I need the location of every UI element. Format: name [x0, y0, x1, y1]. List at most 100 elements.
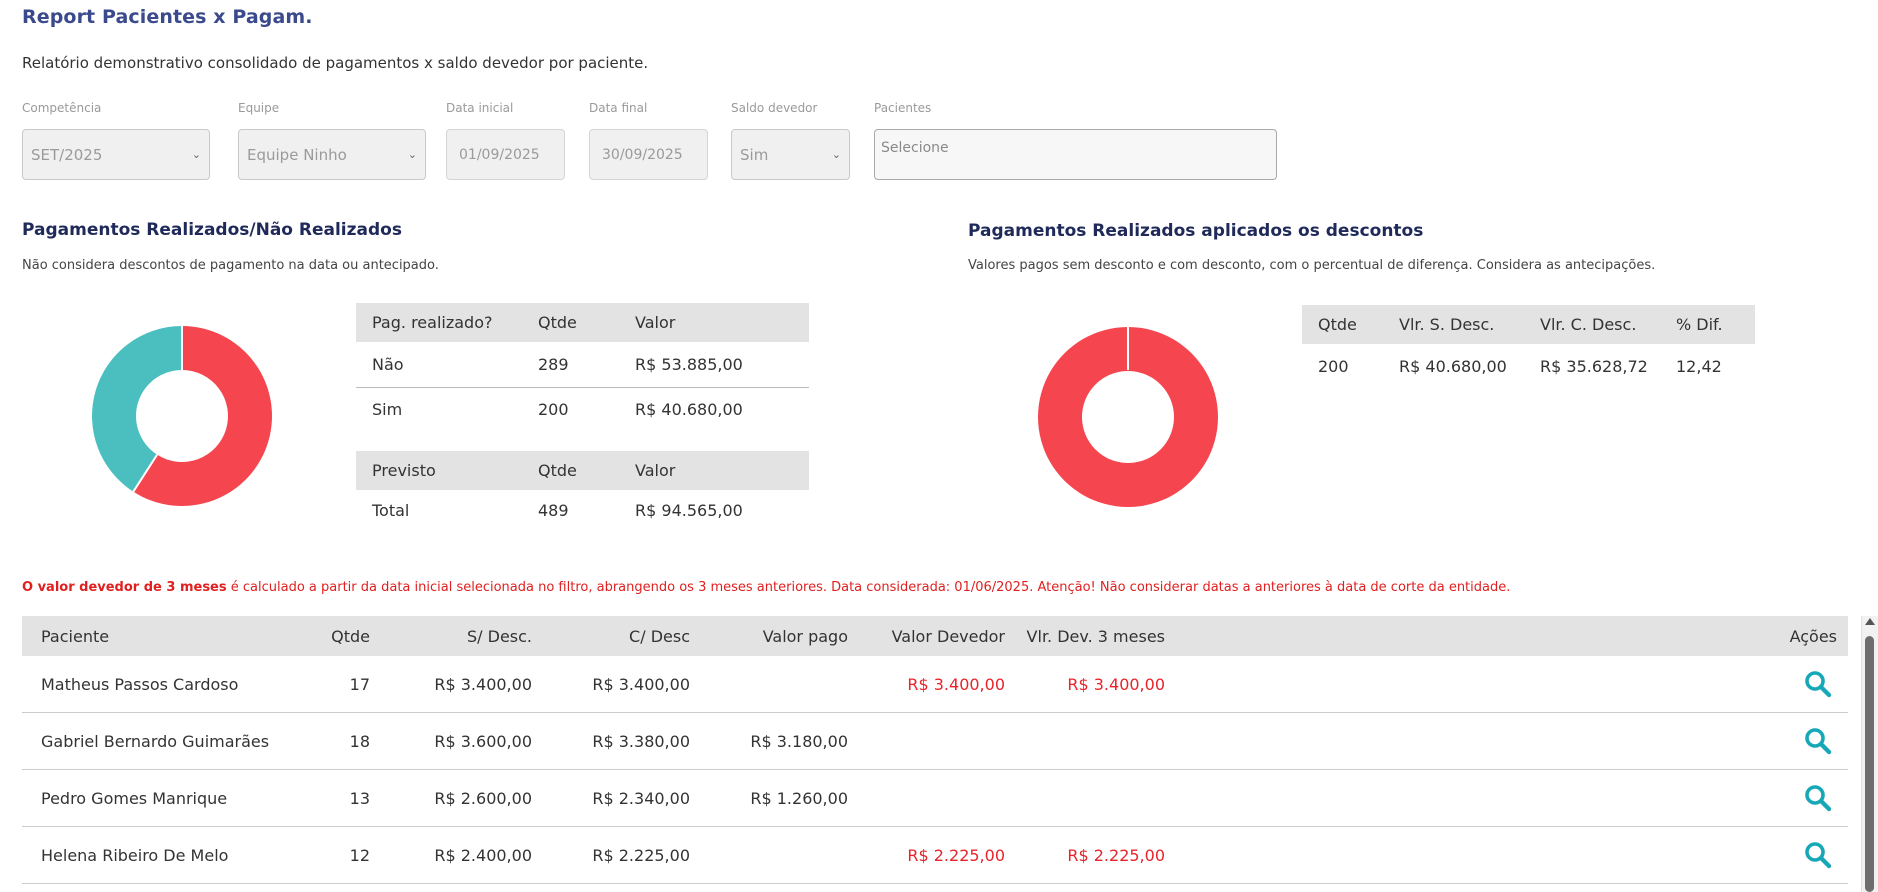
search-icon[interactable]	[1804, 670, 1832, 698]
cell-paciente: Matheus Passos Cardoso	[41, 674, 239, 694]
col-dif: % Dif.	[1660, 305, 1755, 344]
data-inicial-label: Data inicial	[446, 101, 514, 115]
cell-paciente: Helena Ribeiro De Melo	[41, 845, 229, 865]
col-s-desc[interactable]: S/ Desc.	[370, 627, 532, 646]
competencia-value: SET/2025	[31, 145, 103, 164]
col-qtde: Qtde	[522, 303, 619, 342]
table-row: Sim 200 R$ 40.680,00	[356, 387, 809, 432]
page-subtitle: Relatório demonstrativo consolidado de p…	[22, 54, 649, 72]
patients-table-header: Paciente Qtde S/ Desc. C/ Desc Valor pag…	[22, 616, 1848, 656]
data-final-input[interactable]: 30/09/2025	[589, 129, 708, 180]
page-title: Report Pacientes x Pagam.	[22, 6, 313, 28]
saldo-devedor-label: Saldo devedor	[731, 101, 818, 115]
table-row: Total 489 R$ 94.565,00	[356, 490, 809, 530]
left-section-title: Pagamentos Realizados/Não Realizados	[22, 220, 402, 240]
chevron-down-icon: ⌄	[831, 148, 841, 161]
cell-valor-devedor: R$ 2.225,00	[907, 845, 1005, 865]
cell-status: Sim	[372, 400, 403, 420]
cell-qtde: 12	[349, 845, 370, 865]
cell-qtde: 18	[349, 731, 370, 751]
cell-acoes	[1772, 841, 1848, 869]
left-section-subtitle: Não considera descontos de pagamento na …	[22, 258, 439, 273]
col-acoes: Ações	[1789, 626, 1837, 646]
chevron-down-icon: ⌄	[407, 148, 417, 161]
col-vlr-dev-3-meses[interactable]: Vlr. Dev. 3 meses	[1005, 627, 1165, 646]
col-previsto: Previsto	[356, 451, 522, 490]
data-final-label: Data final	[589, 101, 648, 115]
cell-s-desc: R$ 3.600,00	[434, 731, 532, 751]
col-pag-realizado: Pag. realizado?	[356, 303, 522, 342]
cell-paciente: Pedro Gomes Manrique	[41, 788, 228, 808]
pacientes-label: Pacientes	[874, 101, 932, 115]
table-row: Gabriel Bernardo Guimarães 18 R$ 3.600,0…	[22, 713, 1848, 770]
cell-status: Não	[356, 342, 522, 388]
search-icon[interactable]	[1804, 784, 1832, 812]
debt-warning-bold: O valor devedor de 3 meses	[22, 580, 227, 595]
table-row: 200 R$ 40.680,00 R$ 35.628,72 12,42	[1302, 344, 1755, 389]
right-section-subtitle: Valores pagos sem desconto e com descont…	[968, 258, 1656, 273]
cell-c-desc: R$ 2.225,00	[592, 845, 690, 865]
cell-acoes	[1772, 784, 1848, 812]
cell-s-desc: R$ 2.600,00	[434, 788, 532, 808]
cell-paciente: Gabriel Bernardo Guimarães	[41, 731, 270, 751]
cell-qtde: 200	[538, 400, 569, 420]
equipe-value: Equipe Ninho	[247, 145, 347, 164]
competencia-label: Competência	[22, 101, 102, 115]
cell-qtde: 489	[538, 500, 569, 520]
cell-acoes	[1772, 727, 1848, 755]
cell-c-desc: R$ 3.400,00	[592, 674, 690, 694]
scrollbar-thumb[interactable]	[1865, 636, 1874, 892]
cell-qtde: 289	[522, 342, 619, 388]
payments-table: Pag. realizado? Qtde Valor Não 289 R$ 53…	[356, 303, 809, 432]
cell-valor: R$ 53.885,00	[619, 342, 809, 388]
cell-dif: 12,42	[1676, 357, 1722, 376]
cell-vlr-dev-3-meses: R$ 3.400,00	[1067, 674, 1165, 694]
equipe-select[interactable]: Equipe Ninho ⌄	[238, 129, 426, 180]
data-inicial-input[interactable]: 01/09/2025	[446, 129, 565, 180]
col-valor-pago[interactable]: Valor pago	[690, 627, 848, 646]
cell-vlr-dev-3-meses: R$ 2.225,00	[1067, 845, 1165, 865]
cell-c-desc: R$ 3.380,00	[592, 731, 690, 751]
col-valor-devedor[interactable]: Valor Devedor	[848, 627, 1005, 646]
col-vlr-s-desc: Vlr. S. Desc.	[1383, 305, 1524, 344]
col-valor: Valor	[619, 451, 809, 490]
table-row: Matheus Passos Cardoso 17 R$ 3.400,00 R$…	[22, 656, 1848, 713]
scroll-up-arrow-icon[interactable]	[1865, 618, 1875, 625]
table-row: Não 289 R$ 53.885,00	[356, 342, 809, 388]
col-valor: Valor	[619, 303, 809, 342]
col-qtde: Qtde	[522, 451, 619, 490]
saldo-devedor-value: Sim	[740, 145, 769, 164]
cell-vlr-s-desc: R$ 40.680,00	[1399, 357, 1507, 376]
cell-qtde: 17	[349, 674, 370, 694]
col-c-desc[interactable]: C/ Desc	[532, 627, 690, 646]
pacientes-multiselect[interactable]: Selecione	[874, 129, 1277, 180]
cell-valor-pago: R$ 1.260,00	[750, 788, 848, 808]
cell-qtde: 13	[349, 788, 370, 808]
cell-valor-pago: R$ 3.180,00	[750, 731, 848, 751]
col-qtde[interactable]: Qtde	[278, 627, 370, 646]
saldo-devedor-select[interactable]: Sim ⌄	[731, 129, 850, 180]
discount-donut-chart	[1038, 327, 1218, 507]
cell-valor: R$ 94.565,00	[635, 500, 743, 520]
col-qtde: Qtde	[1302, 305, 1383, 344]
right-section-title: Pagamentos Realizados aplicados os desco…	[968, 221, 1424, 241]
cell-qtde: 200	[1318, 357, 1349, 376]
competencia-select[interactable]: SET/2025 ⌄	[22, 129, 210, 180]
previsto-table: Previsto Qtde Valor Total 489 R$ 94.565,…	[356, 451, 809, 530]
table-row: Helena Ribeiro De Melo 12 R$ 2.400,00 R$…	[22, 827, 1848, 884]
chevron-down-icon: ⌄	[191, 148, 201, 161]
debt-warning-rest: é calculado a partir da data inicial sel…	[226, 580, 1511, 595]
patients-table: Paciente Qtde S/ Desc. C/ Desc Valor pag…	[22, 616, 1848, 884]
search-icon[interactable]	[1804, 841, 1832, 869]
cell-valor-devedor: R$ 3.400,00	[907, 674, 1005, 694]
col-paciente[interactable]: Paciente	[22, 627, 278, 646]
cell-acoes	[1772, 670, 1848, 698]
cell-s-desc: R$ 3.400,00	[434, 674, 532, 694]
col-vlr-c-desc: Vlr. C. Desc.	[1524, 305, 1660, 344]
cell-s-desc: R$ 2.400,00	[434, 845, 532, 865]
search-icon[interactable]	[1804, 727, 1832, 755]
table-row: Pedro Gomes Manrique 13 R$ 2.600,00 R$ 2…	[22, 770, 1848, 827]
payments-donut-chart	[92, 326, 272, 506]
cell-total: Total	[372, 500, 410, 520]
discount-table: Qtde Vlr. S. Desc. Vlr. C. Desc. % Dif. …	[1302, 305, 1755, 389]
